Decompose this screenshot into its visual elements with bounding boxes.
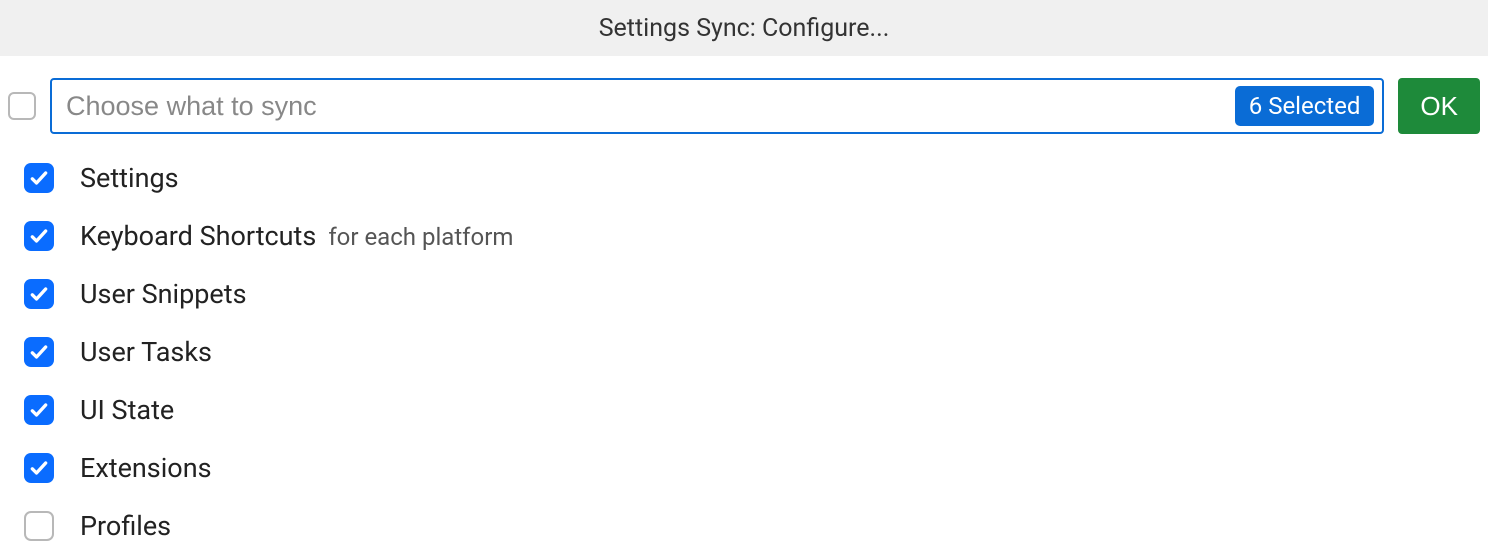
sync-options-list: Settings Keyboard Shortcuts for each platf… bbox=[0, 134, 1488, 542]
item-label: UI State bbox=[80, 394, 174, 426]
item-text: Profiles bbox=[80, 510, 171, 542]
select-all-checkbox[interactable] bbox=[8, 92, 36, 120]
item-label: Settings bbox=[80, 162, 179, 194]
item-label: Profiles bbox=[80, 510, 171, 542]
item-checkbox[interactable] bbox=[24, 395, 54, 425]
list-item[interactable]: User Tasks bbox=[24, 336, 1488, 368]
list-item[interactable]: Keyboard Shortcuts for each platform bbox=[24, 220, 1488, 252]
item-checkbox[interactable] bbox=[24, 279, 54, 309]
list-item[interactable]: UI State bbox=[24, 394, 1488, 426]
list-item[interactable]: Extensions bbox=[24, 452, 1488, 484]
item-text: User Snippets bbox=[80, 278, 247, 310]
item-label: Keyboard Shortcuts bbox=[80, 220, 316, 252]
item-label: User Snippets bbox=[80, 278, 247, 310]
item-text: User Tasks bbox=[80, 336, 212, 368]
search-row: 6 Selected OK bbox=[0, 56, 1488, 134]
selected-count-badge: 6 Selected bbox=[1235, 86, 1375, 126]
item-label: Extensions bbox=[80, 452, 212, 484]
item-checkbox[interactable] bbox=[24, 163, 54, 193]
item-label: User Tasks bbox=[80, 336, 212, 368]
dialog-title: Settings Sync: Configure... bbox=[599, 14, 890, 43]
list-item[interactable]: User Snippets bbox=[24, 278, 1488, 310]
item-text: Settings bbox=[80, 162, 179, 194]
list-item[interactable]: Settings bbox=[24, 162, 1488, 194]
item-checkbox[interactable] bbox=[24, 221, 54, 251]
item-checkbox[interactable] bbox=[24, 511, 54, 541]
list-item[interactable]: Profiles bbox=[24, 510, 1488, 542]
search-input-wrap: 6 Selected bbox=[50, 78, 1384, 134]
item-text: Keyboard Shortcuts for each platform bbox=[80, 220, 513, 252]
item-hint: for each platform bbox=[328, 223, 513, 251]
item-checkbox[interactable] bbox=[24, 337, 54, 367]
item-text: UI State bbox=[80, 394, 174, 426]
ok-button[interactable]: OK bbox=[1398, 78, 1480, 134]
item-checkbox[interactable] bbox=[24, 453, 54, 483]
search-input[interactable] bbox=[66, 91, 1235, 122]
item-text: Extensions bbox=[80, 452, 212, 484]
title-bar: Settings Sync: Configure... bbox=[0, 0, 1488, 56]
